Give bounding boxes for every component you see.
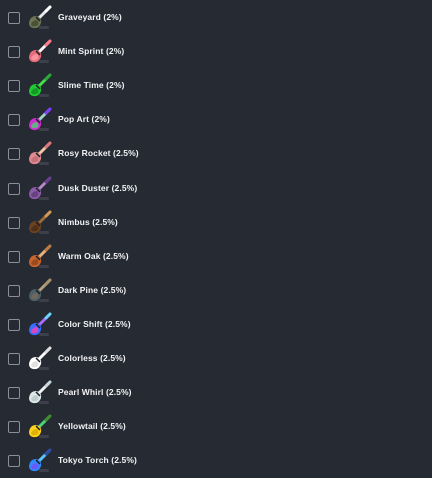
item-label: Slime Time (2%) (58, 80, 125, 91)
list-item[interactable]: Warm Oak (2.5%) (0, 242, 432, 272)
pearl-whirl-broom-icon (29, 380, 52, 405)
item-checkbox[interactable] (8, 216, 20, 229)
item-checkbox[interactable] (8, 46, 20, 59)
list-item[interactable]: Pearl Whirl (2.5%) (0, 378, 432, 408)
item-checkbox[interactable] (8, 455, 20, 468)
item-label: Rosy Rocket (2.5%) (58, 148, 139, 159)
list-item[interactable]: Nimbus (2.5%) (0, 208, 432, 238)
item-label: Dark Pine (2.5%) (58, 284, 127, 295)
colorless-broom-icon (29, 346, 52, 370)
item-checkbox[interactable] (8, 387, 20, 400)
item-label: Colorless (2.5%) (58, 353, 126, 363)
mint-sprint-broom-icon (29, 39, 52, 64)
item-checkbox[interactable] (8, 114, 20, 127)
list-item[interactable]: Slime Time (2%) (0, 71, 432, 101)
item-label: Pearl Whirl (2.5%) (58, 387, 132, 398)
tokyo-torch-broom-icon (29, 448, 52, 473)
list-item[interactable]: Dusk Duster (2.5%) (0, 174, 432, 204)
item-label: Color Shift (2.5%) (58, 318, 131, 329)
dark-pine-broom-icon (29, 278, 52, 302)
nimbus-broom-icon (29, 210, 52, 234)
list-item[interactable]: Pop Art (2%) (0, 105, 432, 135)
item-checkbox[interactable] (8, 182, 20, 195)
item-label: Graveyard (2%) (58, 12, 122, 22)
item-label: Yellowtail (2.5%) (58, 421, 126, 432)
item-label: Nimbus (2.5%) (58, 216, 118, 227)
item-label: Pop Art (2%) (58, 114, 110, 125)
item-checkbox[interactable] (8, 80, 20, 93)
list-item[interactable]: Mint Sprint (2%) (0, 37, 432, 67)
item-label: Tokyo Torch (2.5%) (58, 455, 137, 466)
item-checkbox[interactable] (8, 353, 20, 365)
list-item[interactable]: Yellowtail (2.5%) (0, 412, 432, 442)
graveyard-broom-icon (29, 5, 52, 29)
item-checkbox[interactable] (8, 12, 20, 24)
item-label: Warm Oak (2.5%) (58, 250, 129, 261)
warm-oak-broom-icon (29, 244, 52, 268)
list-item[interactable]: Color Shift (2.5%) (0, 310, 432, 340)
slime-time-broom-icon (29, 73, 52, 98)
dusk-duster-broom-icon (29, 176, 52, 200)
color-shift-broom-icon (29, 312, 52, 336)
yellowtail-broom-icon (29, 414, 52, 439)
list-item[interactable]: Rosy Rocket (2.5%) (0, 139, 432, 169)
item-checkbox[interactable] (8, 148, 20, 161)
list-item[interactable]: Dark Pine (2.5%) (0, 276, 432, 306)
list-item[interactable]: Graveyard (2%) (0, 3, 432, 33)
item-checkbox[interactable] (8, 318, 20, 331)
item-checkbox[interactable] (8, 421, 20, 434)
list-item[interactable]: Tokyo Torch (2.5%) (0, 446, 432, 476)
item-label: Dusk Duster (2.5%) (58, 182, 138, 193)
item-checkbox[interactable] (8, 250, 20, 263)
pop-art-broom-icon (29, 107, 52, 132)
rosy-rocket-broom-icon (29, 141, 52, 166)
item-checkbox[interactable] (8, 284, 20, 297)
list-item[interactable]: Colorless (2.5%) (0, 344, 432, 374)
item-label: Mint Sprint (2%) (58, 46, 125, 57)
